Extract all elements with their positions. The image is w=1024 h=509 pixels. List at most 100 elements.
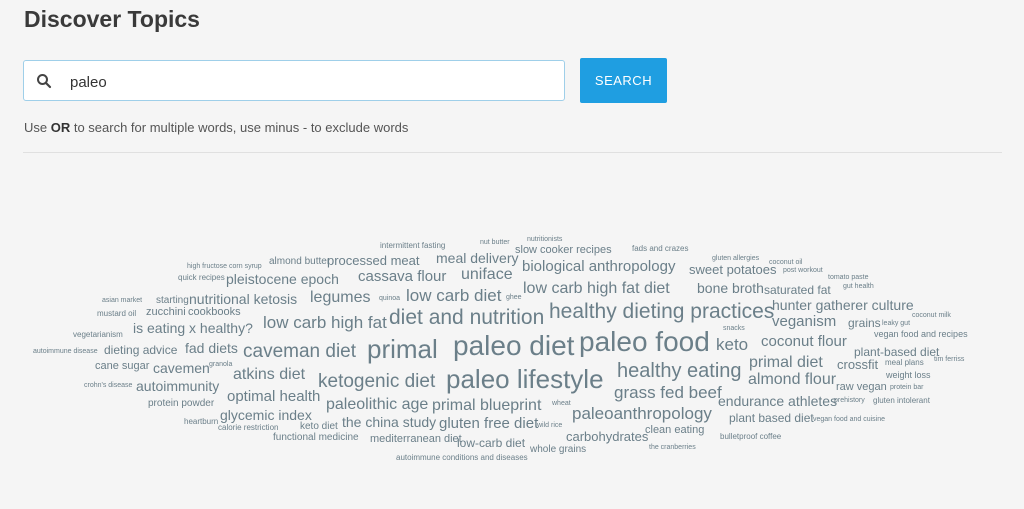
topic-paleo-diet[interactable]: paleo diet (453, 332, 574, 360)
topic-paleoanthropology[interactable]: paleoanthropology (572, 405, 712, 422)
topic-veganism[interactable]: veganism (772, 314, 836, 329)
topic-the-cranberries[interactable]: the cranberries (649, 444, 696, 451)
topic-whole-grains[interactable]: whole grains (530, 445, 586, 455)
topic-glycemic-index[interactable]: glycemic index (220, 408, 312, 422)
topic-weight-loss[interactable]: weight loss (886, 371, 931, 380)
topic-tim-ferriss[interactable]: tim ferriss (934, 356, 964, 363)
topic-gluten-free-diet[interactable]: gluten free diet (439, 416, 538, 431)
topic-atkins-diet[interactable]: atkins diet (233, 367, 305, 383)
topic-autoimmune-disease[interactable]: autoimmune disease (33, 348, 98, 355)
topic-vegetarianism[interactable]: vegetarianism (73, 331, 123, 339)
topic-sweet-potatoes[interactable]: sweet potatoes (689, 263, 776, 276)
topic-cassava-flour[interactable]: cassava flour (358, 269, 446, 284)
topic-dieting-advice[interactable]: dieting advice (104, 344, 177, 356)
topic-grains[interactable]: grains (848, 317, 881, 329)
topic-crossfit[interactable]: crossfit (837, 358, 878, 371)
topic-crohn-s-disease[interactable]: crohn's disease (84, 382, 132, 389)
topic-hunter-gatherer-culture[interactable]: hunter gatherer culture (772, 298, 914, 312)
topic-post-workout[interactable]: post workout (783, 267, 823, 274)
topic-low-carb-diet[interactable]: low-carb diet (457, 437, 525, 449)
topic-cavemen[interactable]: cavemen (153, 361, 210, 375)
topic-is-eating-x-healthy[interactable]: is eating x healthy? (133, 321, 253, 335)
topic-intermittent-fasting[interactable]: intermittent fasting (380, 242, 445, 250)
topic-wheat[interactable]: wheat (552, 400, 571, 407)
topic-asian-market[interactable]: asian market (102, 297, 142, 304)
topic-ghee[interactable]: ghee (506, 294, 522, 301)
topic-biological-anthropology[interactable]: biological anthropology (522, 259, 675, 274)
topic-processed-meat[interactable]: processed meat (327, 254, 420, 267)
topic-functional-medicine[interactable]: functional medicine (273, 433, 359, 443)
topic-healthy-dieting-practices[interactable]: healthy dieting practices (549, 301, 774, 322)
topic-bulletproof-coffee[interactable]: bulletproof coffee (720, 433, 781, 441)
topic-tomato-paste[interactable]: tomato paste (828, 274, 868, 281)
topic-almond-flour[interactable]: almond flour (748, 372, 836, 388)
topic-meal-delivery[interactable]: meal delivery (436, 251, 518, 265)
topic-primal-blueprint[interactable]: primal blueprint (432, 398, 541, 414)
topic-coconut-milk[interactable]: coconut milk (912, 312, 951, 319)
topic-clean-eating[interactable]: clean eating (645, 425, 704, 436)
topic-vegan-food-and-recipes[interactable]: vegan food and recipes (874, 330, 968, 339)
topic-ketogenic-diet[interactable]: ketogenic diet (318, 372, 435, 391)
topic-nut-butter[interactable]: nut butter (480, 239, 510, 246)
topic-mustard-oil[interactable]: mustard oil (97, 310, 136, 318)
topic-gluten-allergies[interactable]: gluten allergies (712, 255, 759, 262)
topic-nutritional-ketosis[interactable]: nutritional ketosis (189, 292, 297, 306)
topic-gut-health[interactable]: gut health (843, 283, 874, 290)
topic-paleo-lifestyle[interactable]: paleo lifestyle (446, 366, 604, 392)
topic-optimal-health[interactable]: optimal health (227, 389, 320, 404)
topic-quick-recipes[interactable]: quick recipes (178, 274, 225, 282)
topic-low-carb-high-fat-diet[interactable]: low carb high fat diet (523, 281, 670, 297)
topic-paleo-food[interactable]: paleo food (579, 328, 710, 356)
topic-mediterranean-diet[interactable]: mediterranean diet (370, 434, 462, 445)
topic-the-china-study[interactable]: the china study (342, 415, 436, 429)
search-input[interactable] (68, 67, 552, 97)
topic-pleistocene-epoch[interactable]: pleistocene epoch (226, 272, 339, 286)
topic-snacks[interactable]: snacks (723, 325, 745, 332)
topic-leaky-gut[interactable]: leaky gut (882, 320, 910, 327)
topic-meal-plans[interactable]: meal plans (885, 359, 924, 367)
topic-quinoa[interactable]: quinoa (379, 295, 400, 302)
topic-autoimmune-conditions-and-diseases[interactable]: autoimmune conditions and diseases (396, 454, 528, 462)
search-box[interactable] (23, 60, 565, 101)
topic-cane-sugar[interactable]: cane sugar (95, 361, 149, 372)
topic-healthy-eating[interactable]: healthy eating (617, 361, 742, 381)
topic-heartburn[interactable]: heartburn (184, 418, 218, 426)
topic-low-carb-high-fat[interactable]: low carb high fat (263, 314, 387, 331)
topic-almond-butter[interactable]: almond butter (269, 257, 330, 267)
topic-endurance-athletes[interactable]: endurance athletes (718, 394, 837, 408)
topic-primal-diet[interactable]: primal diet (749, 355, 823, 371)
topic-grass-fed-beef[interactable]: grass fed beef (614, 384, 722, 401)
topic-cookbooks[interactable]: cookbooks (188, 307, 241, 318)
topic-vegan-food-and-cuisine[interactable]: vegan food and cuisine (813, 416, 885, 423)
search-button[interactable]: SEARCH (580, 58, 667, 103)
topic-zucchini[interactable]: zucchini (146, 307, 186, 318)
topic-raw-vegan[interactable]: raw vegan (836, 382, 887, 393)
topic-plant-based-diet[interactable]: plant based diet (729, 412, 814, 424)
topic-high-fructose-corn-syrup[interactable]: high fructose corn syrup (187, 263, 262, 270)
topic-bone-broth[interactable]: bone broth (697, 281, 764, 295)
topic-wild-rice[interactable]: wild rice (537, 422, 562, 429)
topic-paleolithic-age[interactable]: paleolithic age (326, 397, 428, 413)
topic-prehistory[interactable]: prehistory (834, 397, 865, 404)
topic-fad-diets[interactable]: fad diets (185, 341, 238, 355)
topic-keto[interactable]: keto (716, 336, 748, 353)
topic-carbohydrates[interactable]: carbohydrates (566, 430, 648, 443)
topic-nutritionists[interactable]: nutritionists (527, 236, 562, 243)
topic-autoimmunity[interactable]: autoimmunity (136, 379, 219, 393)
topic-saturated-fat[interactable]: saturated fat (764, 284, 831, 296)
topic-fads-and-crazes[interactable]: fads and crazes (632, 245, 688, 253)
topic-protein-powder[interactable]: protein powder (148, 399, 214, 409)
topic-granola[interactable]: granola (209, 361, 232, 368)
topic-starting[interactable]: starting (156, 296, 189, 306)
topic-slow-cooker-recipes[interactable]: slow cooker recipes (515, 245, 612, 256)
topic-uniface[interactable]: uniface (461, 267, 513, 283)
topic-diet-and-nutrition[interactable]: diet and nutrition (389, 307, 544, 328)
topic-calorie-restriction[interactable]: calorie restriction (218, 424, 278, 432)
topic-legumes[interactable]: legumes (310, 290, 370, 306)
topic-caveman-diet[interactable]: caveman diet (243, 342, 356, 361)
topic-keto-diet[interactable]: keto diet (300, 422, 338, 432)
topic-protein-bar[interactable]: protein bar (890, 384, 923, 391)
topic-low-carb-diet[interactable]: low carb diet (406, 287, 501, 304)
topic-primal[interactable]: primal (367, 336, 438, 362)
topic-coconut-flour[interactable]: coconut flour (761, 334, 847, 349)
